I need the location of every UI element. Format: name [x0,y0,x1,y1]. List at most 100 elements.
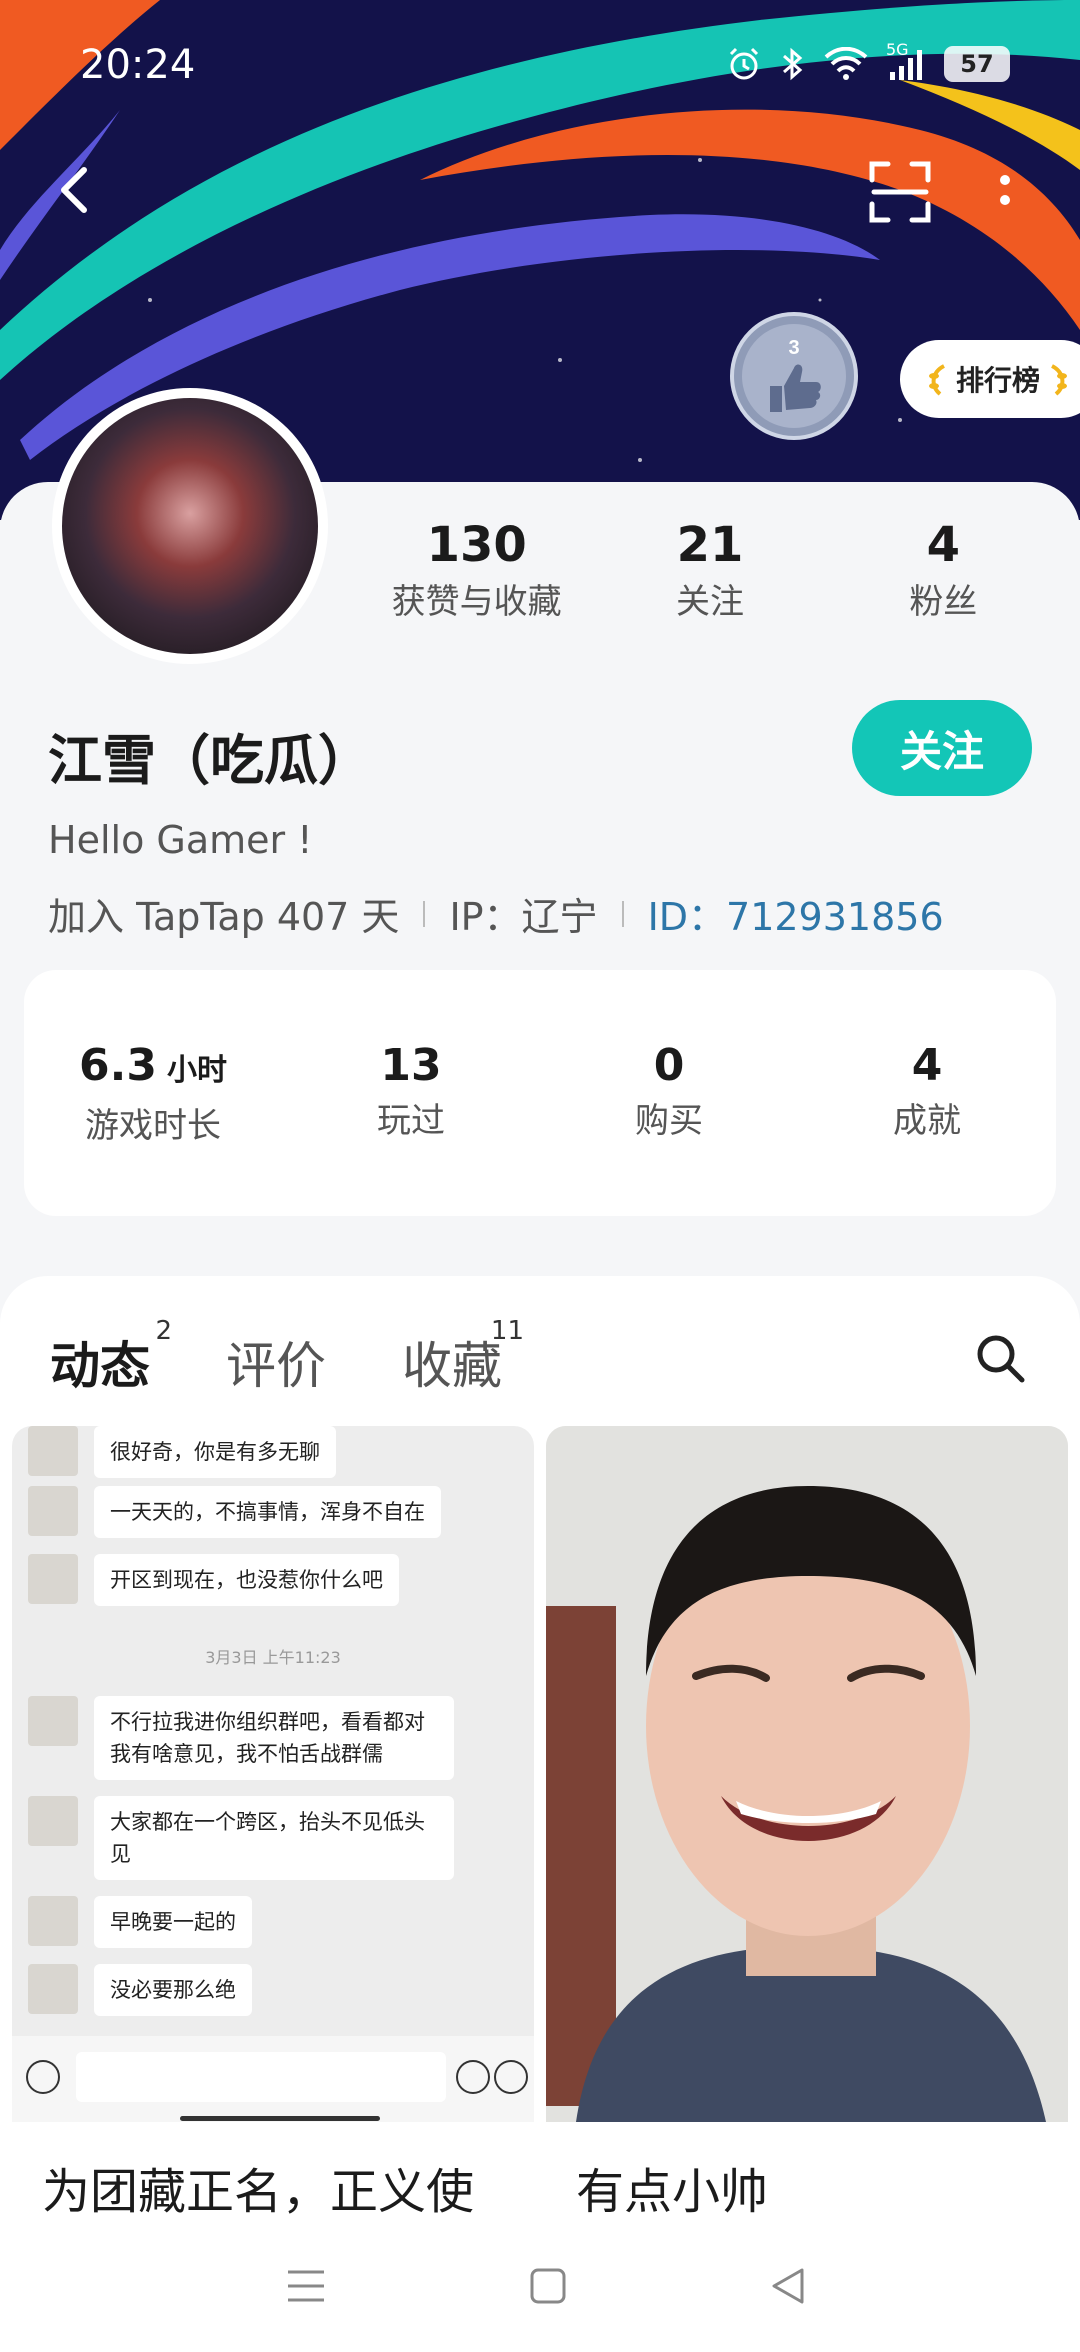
post-card[interactable]: 很好奇，你是有多无聊 一天天的，不搞事情，浑身不自在 开区到现在，也没惹你什么吧… [12,1426,534,2222]
ip-location: IP：辽宁 [449,895,598,939]
game-stat-purchased[interactable]: 0 购买 [540,970,798,1216]
home-square-icon [530,2268,566,2304]
profile-meta: 加入 TapTap 407 天 IP：辽宁 ID：712931856 [48,886,944,941]
level-medal[interactable]: 3 [730,312,858,440]
game-stats-card: 6.3 小时 游戏时长 13 玩过 0 购买 4 成就 [24,970,1056,1216]
avatar-image [62,398,318,654]
stat-value: 13 [380,1040,442,1091]
stat-likes[interactable]: 130 获赞与收藏 [360,515,593,627]
stat-value: 21 [676,517,744,573]
chat-message: 没必要那么绝 [28,1964,252,2016]
follow-button[interactable]: 关注 [852,700,1032,796]
username: 江雪（吃瓜） [48,729,372,792]
wifi-icon [824,47,868,81]
divider [423,900,426,927]
chat-bubble: 一天天的，不搞事情，浑身不自在 [94,1486,441,1538]
chat-message: 很好奇，你是有多无聊 [28,1426,336,1478]
thumbs-up-medal-icon: 3 [742,324,846,428]
feed-section: 动态 2 评价 收藏 11 很好奇，你是有多无聊 一天天的，不搞事情，浑身不自在 [0,1276,1080,2276]
triangle-back-icon [772,2268,804,2304]
chat-avatar [28,1486,78,1536]
menu-icon [288,2270,324,2302]
leaderboard-button[interactable]: 排行榜 [900,340,1080,418]
stat-value: 130 [426,517,527,573]
stat-value: 4 [926,517,961,573]
leaderboard-label: 排行榜 [956,364,1041,397]
stat-label: 成就 [893,1101,961,1141]
game-stat-achievements[interactable]: 4 成就 [798,970,1056,1216]
emoji-icon [456,2060,490,2094]
status-icons: 5G 57 [726,40,1010,82]
chat-bubble: 早晚要一起的 [94,1896,252,1948]
chat-message: 大家都在一个跨区，抬头不见低头见 [28,1796,454,1880]
tab-favorites[interactable]: 收藏 11 [402,1316,524,1398]
tab-label: 收藏 [402,1337,502,1395]
post-title: 有点小帅 [576,2164,769,2220]
chat-bubble: 很好奇，你是有多无聊 [94,1426,336,1478]
signal-icon: 5G [886,40,926,82]
chat-bubble: 大家都在一个跨区，抬头不见低头见 [94,1796,454,1880]
scan-button[interactable] [866,158,934,226]
alarm-icon [726,46,762,82]
divider [621,900,624,927]
stat-label: 玩过 [377,1101,445,1141]
scan-icon [869,161,931,223]
profile-stats: 130 获赞与收藏 21 关注 4 粉丝 [360,515,1060,627]
chat-avatar [28,1426,78,1476]
voice-icon [26,2060,60,2094]
medal-level-text: 3 [788,337,799,359]
game-stat-playtime[interactable]: 6.3 小时 游戏时长 [24,970,282,1216]
menu-button[interactable] [284,2264,328,2308]
tab-label: 评价 [226,1337,326,1395]
tab-count: 11 [490,1316,524,1346]
chat-timestamp: 3月3日 上午11:23 [205,1648,341,1667]
tab-posts[interactable]: 动态 2 [50,1316,172,1400]
stat-label: 粉丝 [909,582,978,622]
back-nav-button[interactable] [766,2264,810,2308]
search-button[interactable] [972,1330,1028,1386]
selfie-photo [546,1426,1068,2122]
stat-following[interactable]: 21 关注 [593,515,826,627]
chat-message: 不行拉我进你组织群吧，看看都对我有啥意见，我不怕舌战群儒 [28,1696,454,1780]
laurel-right-icon [1050,364,1068,396]
post-card[interactable]: 有点小帅 [546,1426,1068,2222]
chat-input-field [76,2052,446,2102]
user-id[interactable]: ID：712931856 [648,886,944,941]
stat-label: 购买 [635,1101,703,1141]
game-stat-played[interactable]: 13 玩过 [282,970,540,1216]
chat-bubble: 没必要那么绝 [94,1964,252,2016]
post-image-photo [546,1426,1068,2122]
bio-text: Hello Gamer ! [48,818,313,862]
chat-message: 一天天的，不搞事情，浑身不自在 [28,1486,441,1538]
search-icon [977,1335,1025,1383]
tab-reviews[interactable]: 评价 [226,1326,326,1398]
tab-label: 动态 [50,1337,150,1395]
post-image-chat-screenshot: 很好奇，你是有多无聊 一天天的，不搞事情，浑身不自在 开区到现在，也没惹你什么吧… [12,1426,534,2122]
network-type: 5G [886,40,909,59]
chat-avatar [28,1696,78,1746]
join-duration: 加入 TapTap 407 天 [48,895,400,939]
chat-message: 开区到现在，也没惹你什么吧 [28,1554,399,1606]
back-button[interactable] [46,160,106,220]
avatar[interactable] [52,388,328,664]
more-button[interactable] [990,170,1020,220]
feed-tabs: 动态 2 评价 收藏 11 [50,1316,578,1400]
chat-bubble: 不行拉我进你组织群吧，看看都对我有啥意见，我不怕舌战群儒 [94,1696,454,1780]
tab-count: 2 [155,1316,172,1346]
stat-value: 4 [911,1040,943,1091]
stat-label: 关注 [675,582,744,622]
stat-followers[interactable]: 4 粉丝 [827,515,1060,627]
plus-icon [494,2060,528,2094]
system-nav-bar [0,2220,1080,2352]
chat-input-bar [12,2036,534,2122]
chat-avatar [28,1796,78,1846]
stat-value: 0 [653,1040,685,1091]
status-bar: 20:24 5G 57 [0,0,1080,130]
home-button[interactable] [526,2264,570,2308]
chat-avatar [28,1896,78,1946]
chat-avatar [28,1964,78,2014]
stat-value: 6.3 [79,1040,157,1091]
chat-message: 早晚要一起的 [28,1896,252,1948]
more-vertical-icon [1000,175,1010,205]
laurel-left-icon [929,364,946,396]
